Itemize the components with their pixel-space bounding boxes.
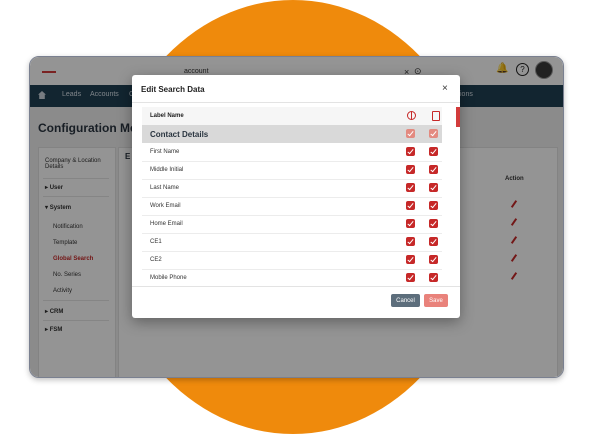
- row-checkbox-global[interactable]: [406, 165, 415, 174]
- close-icon[interactable]: ×: [442, 83, 448, 94]
- cancel-button[interactable]: Cancel: [391, 294, 420, 307]
- row-checkbox-global[interactable]: [406, 219, 415, 228]
- row-checkbox-document[interactable]: [429, 201, 438, 210]
- table-row: Work Email: [142, 197, 442, 216]
- row-checkbox-global[interactable]: [406, 147, 415, 156]
- row-checkbox-document[interactable]: [429, 255, 438, 264]
- row-label: CE1: [150, 239, 162, 245]
- table-row: First Name: [142, 143, 442, 162]
- section-row-contact-details: Contact Details: [142, 125, 442, 143]
- row-label: Work Email: [150, 203, 181, 209]
- row-label: Mobile Phone: [150, 275, 187, 281]
- row-checkbox-global[interactable]: [406, 201, 415, 210]
- row-label: First Name: [150, 149, 180, 155]
- row-checkbox-document[interactable]: [429, 273, 438, 282]
- scrollbar-thumb[interactable]: [456, 107, 460, 127]
- row-checkbox-document[interactable]: [429, 237, 438, 246]
- section-label: Contact Details: [150, 130, 209, 139]
- table-row: Mobile Phone: [142, 269, 442, 283]
- row-checkbox-document[interactable]: [429, 183, 438, 192]
- row-label: CE2: [150, 257, 162, 263]
- section-checkbox-document[interactable]: [429, 129, 438, 138]
- row-label: Last Name: [150, 185, 180, 191]
- table-header: Label Name: [142, 107, 442, 126]
- divider: [132, 102, 460, 103]
- row-label: Home Email: [150, 221, 183, 227]
- edit-search-data-dialog: Edit Search Data × Label Name Contact De…: [132, 75, 460, 318]
- table-row: Home Email: [142, 215, 442, 234]
- row-checkbox-global[interactable]: [406, 183, 415, 192]
- row-label: Middle Initial: [150, 167, 184, 173]
- divider: [132, 286, 460, 287]
- row-checkbox-global[interactable]: [406, 273, 415, 282]
- label-name-header: Label Name: [150, 113, 184, 119]
- row-checkbox-document[interactable]: [429, 165, 438, 174]
- globe-icon: [407, 111, 416, 120]
- dialog-title: Edit Search Data: [141, 85, 205, 94]
- table-row: CE2: [142, 251, 442, 270]
- document-icon: [432, 111, 440, 121]
- row-checkbox-global[interactable]: [406, 255, 415, 264]
- save-button[interactable]: Save: [424, 294, 448, 307]
- row-checkbox-document[interactable]: [429, 219, 438, 228]
- table-row: Middle Initial: [142, 161, 442, 180]
- table-row: CE1: [142, 233, 442, 252]
- table-row: Last Name: [142, 179, 442, 198]
- row-checkbox-document[interactable]: [429, 147, 438, 156]
- row-checkbox-global[interactable]: [406, 237, 415, 246]
- section-checkbox-global[interactable]: [406, 129, 415, 138]
